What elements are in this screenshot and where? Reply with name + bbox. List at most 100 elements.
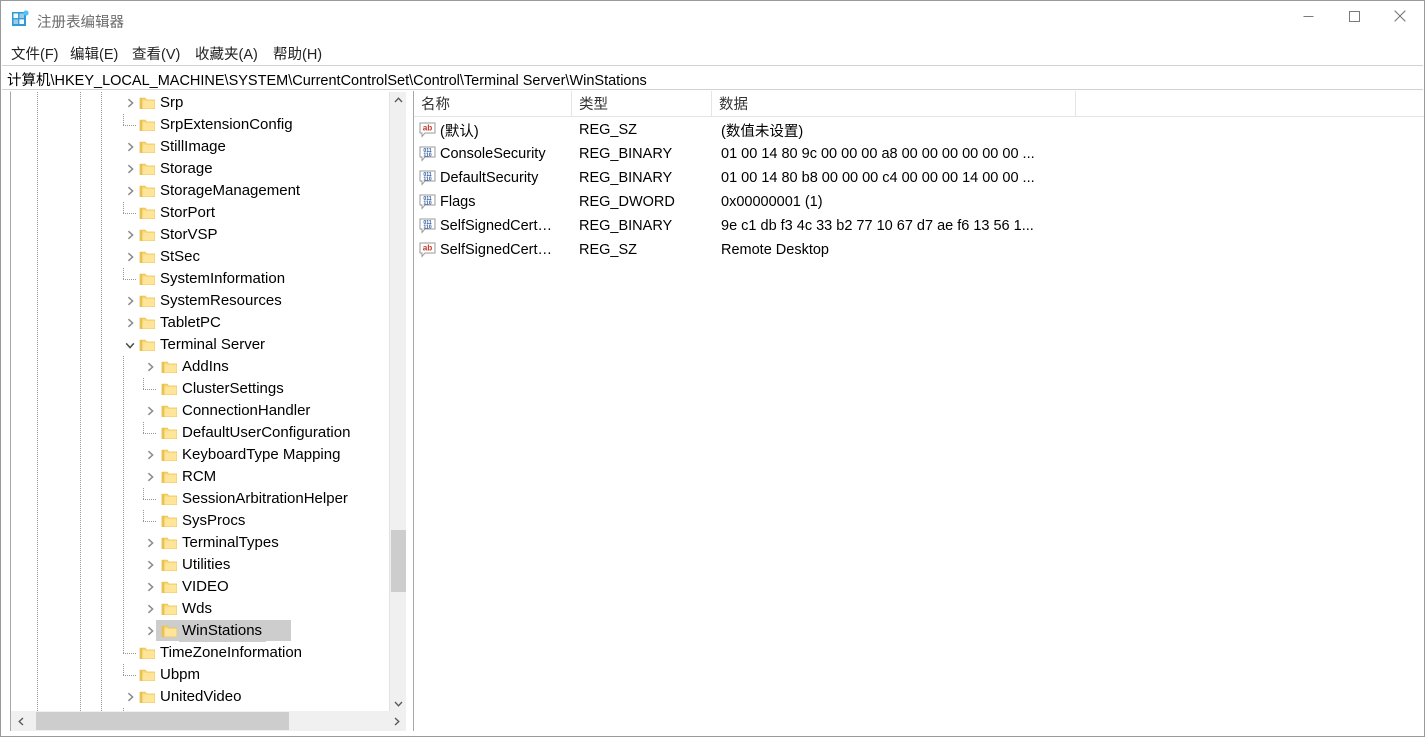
- tree-horizontal-scrollbar-thumb[interactable]: [36, 712, 289, 730]
- expand-chevron-icon[interactable]: [122, 180, 138, 202]
- tree-item-tabletpc[interactable]: TabletPC: [11, 312, 389, 334]
- column-header-name[interactable]: 名称: [414, 91, 572, 116]
- maximize-button[interactable]: [1331, 1, 1377, 31]
- close-button[interactable]: [1377, 1, 1423, 31]
- tree-item-systeminformation[interactable]: SystemInformation: [11, 268, 389, 290]
- registry-value-row[interactable]: 011 110 SelfSignedCert… REG_BINARY 9e c1 db …: [414, 214, 1424, 238]
- tree-horizontal-scrollbar[interactable]: [10, 711, 406, 731]
- expand-chevron-icon[interactable]: [122, 92, 138, 114]
- expand-chevron-icon[interactable]: [142, 466, 158, 488]
- tree-vertical-scrollbar-thumb[interactable]: [391, 530, 406, 592]
- chevron-down-icon[interactable]: [390, 695, 406, 711]
- tree-connector: [123, 114, 124, 125]
- expand-chevron-icon[interactable]: [142, 554, 158, 576]
- tree-vertical-scrollbar[interactable]: [389, 92, 406, 711]
- tree-item-timezoneinformation[interactable]: TimeZoneInformation: [11, 642, 389, 664]
- tree-item-storagemanagement[interactable]: StorageManagement: [11, 180, 389, 202]
- expand-chevron-icon[interactable]: [142, 598, 158, 620]
- value-type: REG_BINARY: [579, 218, 673, 234]
- registry-value-row[interactable]: 011 110 DefaultSecurity REG_BINARY 01 00 14 …: [414, 166, 1424, 190]
- minimize-button[interactable]: [1285, 1, 1331, 31]
- expand-chevron-icon[interactable]: [142, 356, 158, 378]
- value-type: REG_SZ: [579, 242, 638, 258]
- tree-item-clustersettings[interactable]: ClusterSettings: [11, 378, 389, 400]
- menu-edit[interactable]: 编辑(E): [66, 41, 122, 66]
- tree-item-label: ConnectionHandler: [182, 402, 311, 419]
- value-type: REG_DWORD: [579, 194, 675, 210]
- binary-value-icon: 011 110: [419, 146, 436, 162]
- registry-value-row[interactable]: ab SelfSignedCert… REG_SZ Remote Desktop: [414, 238, 1424, 262]
- svg-text:110: 110: [423, 201, 431, 207]
- registry-value-row[interactable]: ab (默认) REG_SZ (数值未设置): [414, 118, 1424, 142]
- tree-item-storvsp[interactable]: StorVSP: [11, 224, 389, 246]
- tree-item-storport[interactable]: StorPort: [11, 202, 389, 224]
- expand-chevron-icon[interactable]: [122, 136, 138, 158]
- expand-chevron-icon[interactable]: [122, 312, 138, 334]
- tree-item-label: Terminal Server: [160, 336, 266, 353]
- expand-chevron-icon[interactable]: [142, 400, 158, 422]
- tree-item-label: Srp: [160, 94, 184, 111]
- tree-connector: [143, 378, 144, 389]
- menu-bar: 文件(F) 编辑(E) 查看(V) 收藏夹(A) 帮助(H): [1, 39, 1424, 64]
- tree-item-srpextensionconfig[interactable]: SrpExtensionConfig: [11, 114, 389, 136]
- expand-chevron-icon[interactable]: [122, 686, 138, 708]
- expand-chevron-icon[interactable]: [142, 444, 158, 466]
- expand-chevron-icon[interactable]: [142, 620, 158, 642]
- address-bar[interactable]: 计算机\HKEY_LOCAL_MACHINE\SYSTEM\CurrentCon…: [2, 65, 1423, 90]
- expand-chevron-icon[interactable]: [122, 290, 138, 312]
- tree-item-label: Storage: [160, 160, 213, 177]
- tree-item-rcm[interactable]: RCM: [11, 466, 389, 488]
- tree-item-terminal-server[interactable]: Terminal Server: [11, 334, 389, 356]
- collapse-chevron-icon[interactable]: [122, 334, 138, 356]
- folder-icon: [139, 184, 156, 198]
- tree-item-label: Utilities: [182, 556, 231, 573]
- tree-item-wds[interactable]: Wds: [11, 598, 389, 620]
- tree-item-winstations[interactable]: WinStations: [11, 620, 389, 642]
- tree-item-systemresources[interactable]: SystemResources: [11, 290, 389, 312]
- chevron-up-icon[interactable]: [390, 92, 406, 109]
- pane-splitter[interactable]: [406, 91, 413, 731]
- tree-item-label: UnitedVideo: [160, 688, 242, 705]
- menu-help[interactable]: 帮助(H): [269, 41, 326, 66]
- tree-item-utilities[interactable]: Utilities: [11, 554, 389, 576]
- tree-item-addins[interactable]: AddIns: [11, 356, 389, 378]
- registry-editor-window: 注册表编辑器 文件(F) 编辑(E) 查看(V) 收藏夹(A) 帮助(H) 计算…: [0, 0, 1425, 737]
- tree-item-label: StSec: [160, 248, 201, 265]
- chevron-left-icon[interactable]: [11, 711, 31, 731]
- tree-item-ubpm[interactable]: Ubpm: [11, 664, 389, 686]
- value-data: Remote Desktop: [721, 242, 829, 258]
- binary-value-icon: 011 110: [419, 218, 436, 234]
- registry-value-row[interactable]: 011 110 ConsoleSecurity REG_BINARY 01 00 14 …: [414, 142, 1424, 166]
- expand-chevron-icon[interactable]: [142, 532, 158, 554]
- column-header-type[interactable]: 类型: [572, 91, 712, 116]
- tree-connector: [143, 499, 156, 500]
- tree-item-keyboardtype-mapping[interactable]: KeyboardType Mapping: [11, 444, 389, 466]
- tree-item-stillimage[interactable]: StillImage: [11, 136, 389, 158]
- tree-item-srp[interactable]: Srp: [11, 92, 389, 114]
- chevron-right-icon[interactable]: [386, 711, 406, 731]
- menu-favorites[interactable]: 收藏夹(A): [191, 41, 262, 66]
- expand-chevron-icon[interactable]: [122, 246, 138, 268]
- folder-icon: [161, 492, 178, 506]
- tree-connector: [123, 653, 136, 654]
- registry-value-row[interactable]: 011 110 Flags REG_DWORD 0x00000001 (1): [414, 190, 1424, 214]
- tree-item-connectionhandler[interactable]: ConnectionHandler: [11, 400, 389, 422]
- tree-item-sessionarbitrationhelper[interactable]: SessionArbitrationHelper: [11, 488, 389, 510]
- expand-chevron-icon[interactable]: [122, 158, 138, 180]
- tree-connector: [143, 488, 144, 499]
- tree-item-video[interactable]: VIDEO: [11, 576, 389, 598]
- value-data: (数值未设置): [721, 123, 804, 140]
- string-value-icon: ab: [419, 242, 436, 258]
- menu-file[interactable]: 文件(F): [7, 41, 63, 66]
- expand-chevron-icon[interactable]: [122, 224, 138, 246]
- tree-item-defaultuserconfiguration[interactable]: DefaultUserConfiguration: [11, 422, 389, 444]
- tree-item-stsec[interactable]: StSec: [11, 246, 389, 268]
- tree-item-unitedvideo[interactable]: UnitedVideo: [11, 686, 389, 708]
- menu-view[interactable]: 查看(V): [128, 41, 184, 66]
- tree-item-terminaltypes[interactable]: TerminalTypes: [11, 532, 389, 554]
- tree-item-sysprocs[interactable]: SysProcs: [11, 510, 389, 532]
- expand-chevron-icon[interactable]: [142, 576, 158, 598]
- tree-item-storage[interactable]: Storage: [11, 158, 389, 180]
- column-header-data[interactable]: 数据: [712, 91, 1076, 116]
- tree-item-label: SessionArbitrationHelper: [182, 490, 348, 507]
